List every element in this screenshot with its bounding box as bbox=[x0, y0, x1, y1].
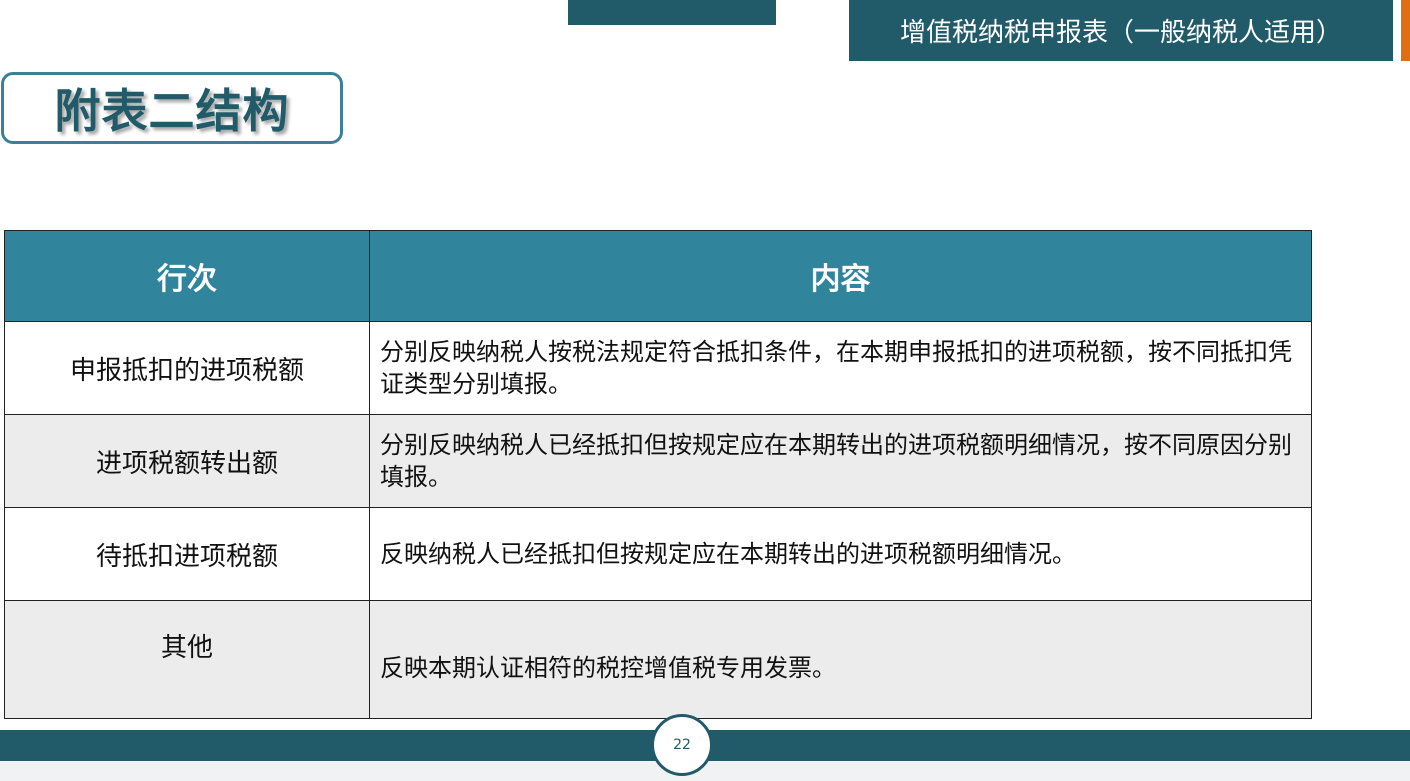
table-row: 其他 反映本期认证相符的税控增值税专用发票。 bbox=[5, 601, 1312, 719]
row-content: 反映本期认证相符的税控增值税专用发票。 bbox=[370, 601, 1312, 719]
row-content: 反映纳税人已经抵扣但按规定应在本期转出的进项税额明细情况。 bbox=[370, 508, 1312, 601]
row-content: 分别反映纳税人已经抵扣但按规定应在本期转出的进项税额明细情况，按不同原因分别填报… bbox=[370, 415, 1312, 508]
header-title: 增值税纳税申报表（一般纳税人适用） bbox=[849, 0, 1393, 61]
table-row: 进项税额转出额 分别反映纳税人已经抵扣但按规定应在本期转出的进项税额明细情况，按… bbox=[5, 415, 1312, 508]
row-content: 分别反映纳税人按税法规定符合抵扣条件，在本期申报抵扣的进项税额，按不同抵扣凭证类… bbox=[370, 322, 1312, 415]
table-header: 行次 内容 bbox=[5, 231, 1312, 322]
accent-bar bbox=[1401, 0, 1410, 61]
row-item: 待抵扣进项税额 bbox=[5, 508, 370, 601]
table-row: 申报抵扣的进项税额 分别反映纳税人按税法规定符合抵扣条件，在本期申报抵扣的进项税… bbox=[5, 322, 1312, 415]
structure-table: 行次 内容 申报抵扣的进项税额 分别反映纳税人按税法规定符合抵扣条件，在本期申报… bbox=[4, 230, 1312, 719]
table-row: 待抵扣进项税额 反映纳税人已经抵扣但按规定应在本期转出的进项税额明细情况。 bbox=[5, 508, 1312, 601]
page-title: 附表二结构 bbox=[1, 72, 343, 144]
page-number: 22 bbox=[651, 714, 713, 776]
row-item: 其他 bbox=[5, 601, 370, 719]
top-decor-bar bbox=[568, 0, 776, 25]
row-item: 进项税额转出额 bbox=[5, 415, 370, 508]
column-header-row: 行次 bbox=[5, 231, 370, 322]
row-item: 申报抵扣的进项税额 bbox=[5, 322, 370, 415]
column-header-content: 内容 bbox=[370, 231, 1312, 322]
